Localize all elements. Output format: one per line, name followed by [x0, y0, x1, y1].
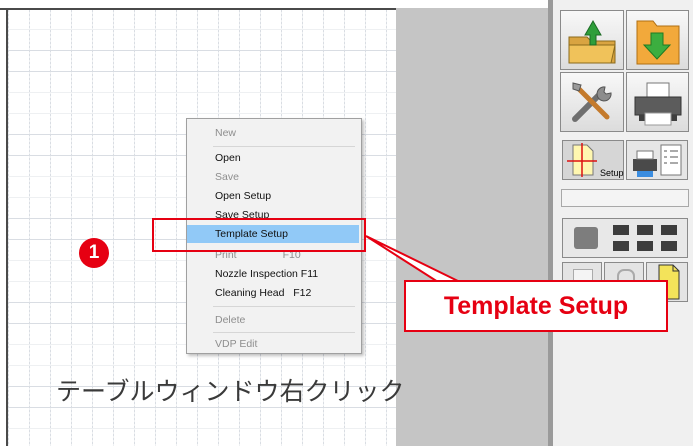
instruction-caption: テーブルウィンドウ右クリック [56, 378, 405, 406]
callout-label: Template Setup [404, 280, 668, 332]
step-number-badge: 1 [79, 238, 109, 268]
app-window: Setup New Open Save Open Setup Save Setu… [0, 0, 693, 446]
